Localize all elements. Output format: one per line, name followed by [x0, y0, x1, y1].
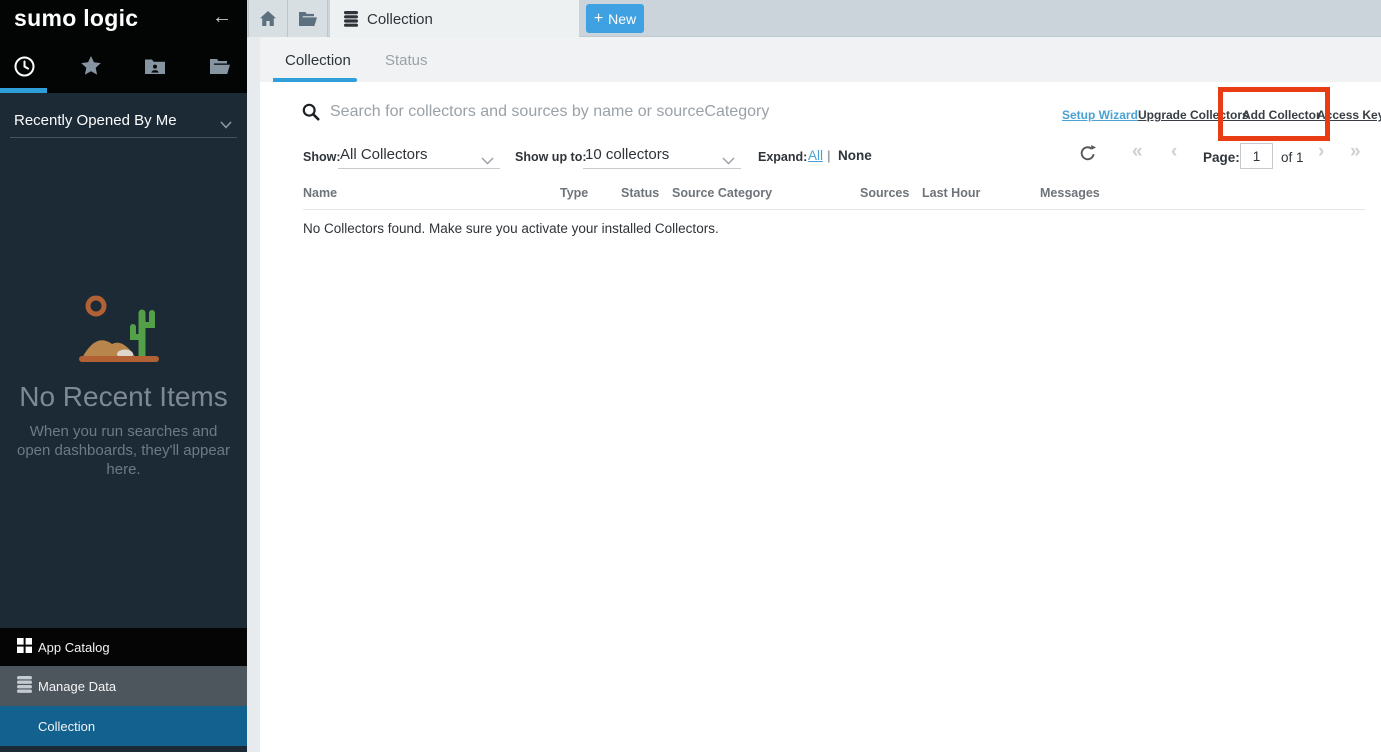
page-count-label: of 1 — [1281, 150, 1304, 165]
show-dropdown-value: All Collectors — [340, 146, 428, 163]
sidebar-item-label: Collection — [38, 719, 95, 734]
sidebar-item-app-catalog[interactable]: App Catalog — [0, 628, 247, 666]
show-up-to-dropdown-value: 10 collectors — [585, 146, 669, 163]
shared-folder-user-icon[interactable] — [142, 54, 168, 78]
setup-wizard-link[interactable]: Setup Wizard — [1062, 108, 1138, 122]
subtab-collection[interactable]: Collection — [285, 37, 351, 82]
upgrade-collectors-link[interactable]: Upgrade Collectors — [1138, 108, 1249, 122]
home-icon — [260, 11, 276, 26]
favorites-star-icon[interactable] — [78, 54, 104, 78]
show-dropdown[interactable]: All Collectors — [338, 143, 500, 169]
sidebar-item-collection-selected[interactable]: Collection — [0, 706, 247, 746]
top-tab-bar: Collection + New — [247, 0, 1381, 37]
database-icon — [344, 11, 358, 27]
column-header-last-hour[interactable]: Last Hour — [922, 186, 980, 200]
sidebar: sumo logic ← Recently Opened By Me — [0, 0, 247, 752]
page-number-input[interactable] — [1240, 143, 1273, 169]
column-header-source-category[interactable]: Source Category — [672, 186, 772, 200]
page-label: Page: — [1203, 150, 1240, 165]
chevron-down-icon — [220, 116, 232, 133]
show-up-to-dropdown[interactable]: 10 collectors — [583, 143, 741, 169]
collapse-sidebar-icon[interactable]: ← — [212, 6, 232, 29]
library-folder-icon[interactable] — [207, 54, 233, 78]
plus-icon: + — [594, 10, 603, 28]
column-header-type[interactable]: Type — [560, 186, 588, 200]
last-page-button[interactable]: » — [1350, 141, 1361, 163]
home-button[interactable] — [248, 0, 288, 37]
refresh-icon[interactable] — [1080, 145, 1096, 167]
no-recent-items-caption: When you run searches and open dashboard… — [11, 422, 236, 479]
column-header-sources[interactable]: Sources — [860, 186, 909, 200]
sidebar-item-label: Manage Data — [38, 679, 116, 694]
next-page-button[interactable]: › — [1318, 141, 1324, 163]
column-header-name[interactable]: Name — [303, 186, 337, 200]
access-keys-link[interactable]: Access Keys — [1317, 108, 1381, 122]
recent-clock-icon[interactable] — [11, 54, 37, 78]
expand-label: Expand: — [758, 150, 807, 164]
app-catalog-grid-icon — [17, 638, 32, 656]
desert-empty-state-illustration — [78, 292, 168, 369]
sidebar-item-manage-data[interactable]: Manage Data — [0, 666, 247, 706]
sidebar-item-label: App Catalog — [38, 640, 110, 655]
subtab-status[interactable]: Status — [385, 37, 428, 82]
chevron-down-icon — [722, 152, 735, 170]
show-label: Show: — [303, 150, 341, 164]
recent-opened-label: Recently Opened By Me — [14, 112, 177, 129]
column-header-status[interactable]: Status — [621, 186, 659, 200]
new-button-label: New — [608, 11, 636, 27]
column-header-messages[interactable]: Messages — [1040, 186, 1100, 200]
tab-collection[interactable]: Collection — [330, 0, 579, 38]
search-input[interactable] — [330, 100, 990, 124]
database-icon — [17, 676, 32, 696]
sidebar-header: sumo logic ← — [0, 0, 247, 93]
empty-table-message: No Collectors found. Make sure you activ… — [303, 221, 719, 236]
library-tab-button[interactable] — [288, 0, 328, 37]
no-recent-items-title: No Recent Items — [0, 381, 247, 413]
recent-opened-dropdown[interactable]: Recently Opened By Me — [14, 112, 234, 129]
sidebar-divider — [10, 137, 237, 138]
first-page-button[interactable]: « — [1132, 141, 1143, 163]
previous-page-button[interactable]: ‹ — [1171, 141, 1177, 163]
new-button[interactable]: + New — [586, 4, 644, 33]
separator: | — [827, 149, 831, 163]
collection-content: Setup Wizard Upgrade Collectors Add Coll… — [260, 82, 1381, 752]
content-gutter — [247, 37, 260, 752]
sumo-logic-logo: sumo logic — [14, 5, 138, 32]
subtab-row: Collection Status — [260, 37, 1381, 82]
table-header-divider — [303, 209, 1365, 210]
search-icon — [302, 103, 320, 126]
expand-all-link[interactable]: All — [808, 148, 823, 163]
tab-label: Collection — [367, 11, 433, 28]
show-up-to-label: Show up to: — [515, 150, 587, 164]
folder-icon — [299, 12, 317, 26]
main-area: Collection + New Collection Status Setup… — [247, 0, 1381, 752]
expand-none-link[interactable]: None — [838, 148, 872, 163]
chevron-down-icon — [481, 152, 494, 170]
active-nav-indicator — [0, 88, 47, 93]
add-collector-link[interactable]: Add Collector — [1242, 108, 1321, 122]
